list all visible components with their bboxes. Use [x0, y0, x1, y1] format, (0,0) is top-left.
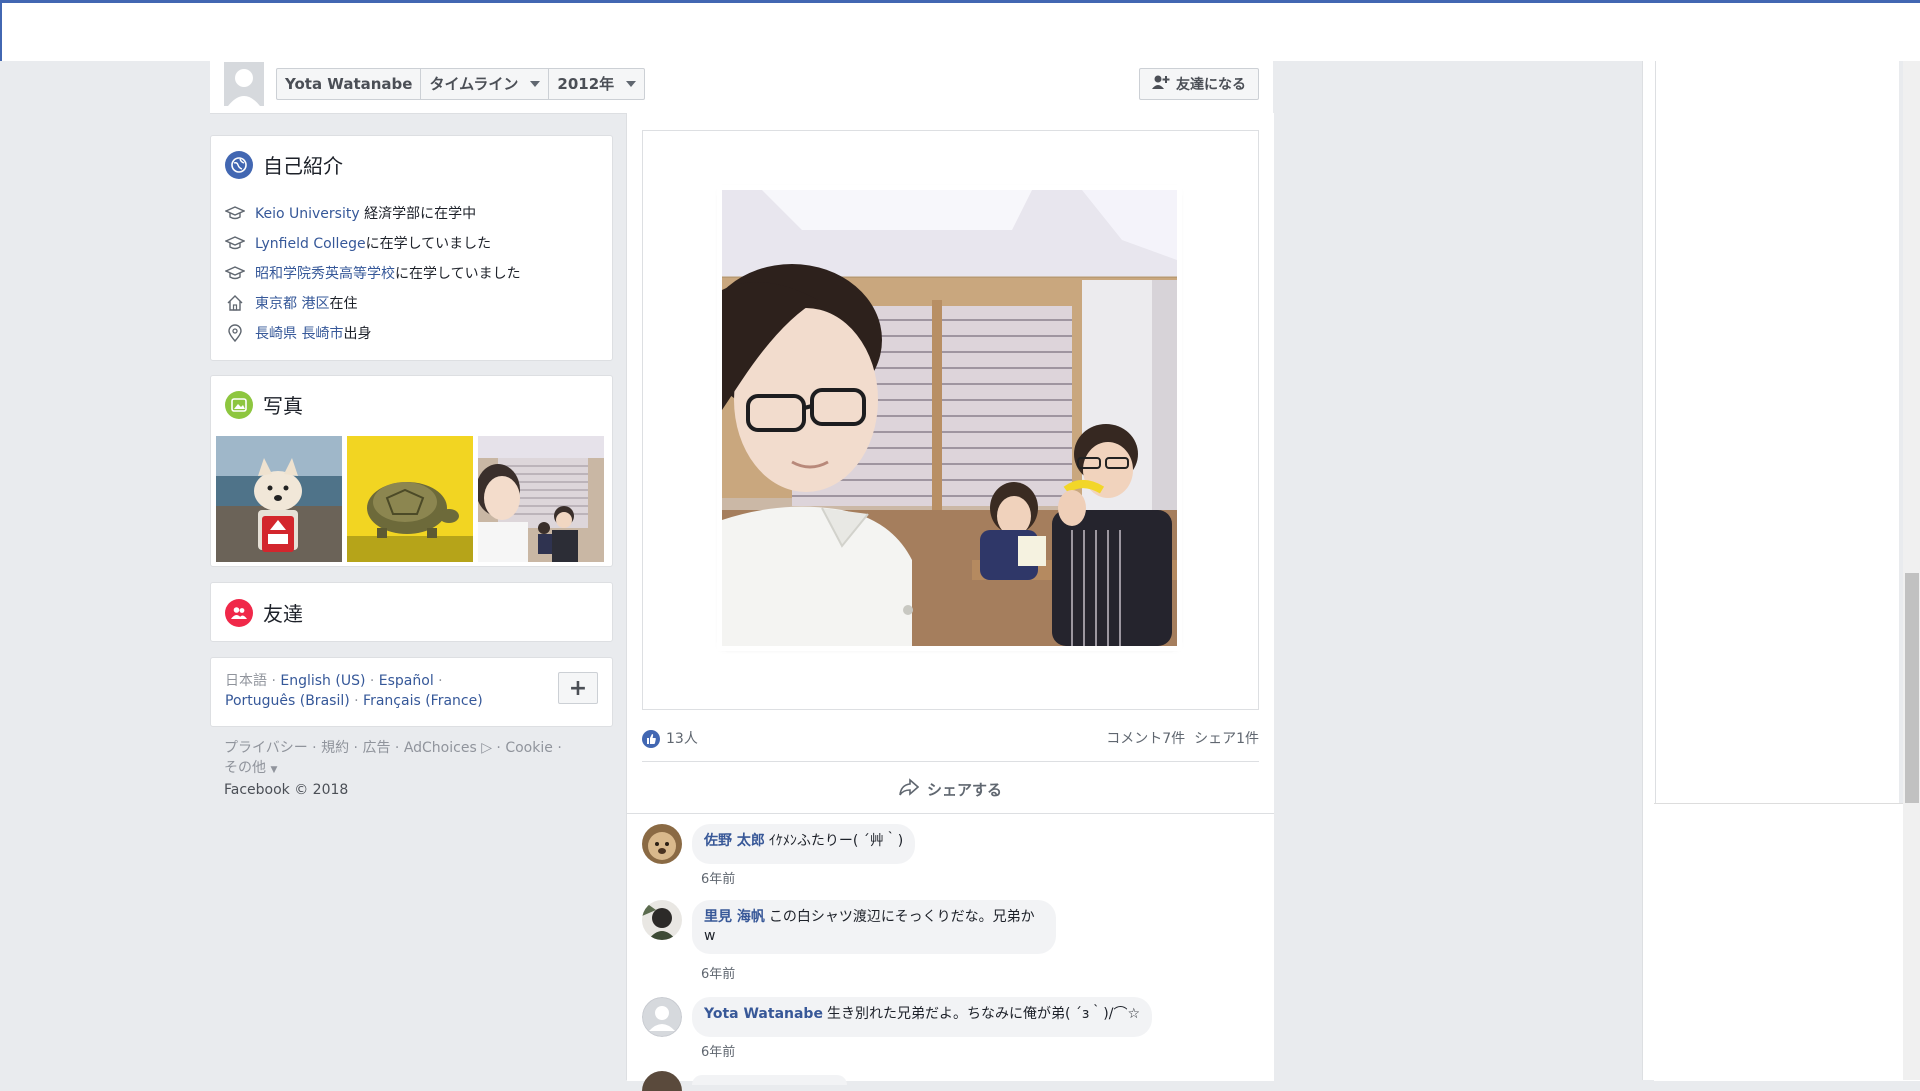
chat-panel — [1654, 803, 1920, 1081]
friends-icon — [225, 598, 253, 627]
intro-link[interactable]: 昭和学院秀英高等学校 — [255, 266, 395, 282]
intro-item: 昭和学院秀英高等学校に在学していました — [225, 258, 521, 288]
page-footer: プライバシー · 規約 · 広告 · AdChoices ▷ · Cookie … — [224, 740, 562, 798]
likes-count[interactable]: 13人 — [642, 728, 698, 748]
post-photo-frame — [642, 130, 1259, 710]
copyright-text: Facebook © 2018 — [224, 782, 349, 798]
graduation-cap-icon — [225, 263, 245, 283]
language-card: 日本語 · English (US) · Español · Português… — [210, 657, 613, 727]
plus-icon: + — [568, 675, 588, 701]
add-language-button[interactable]: + — [558, 672, 598, 704]
graduation-cap-icon — [225, 233, 245, 253]
timeline-post: 13人 コメント7件 シェア1件 シェアする 佐野 太郎 ｲｹﾒﾝふたりー( ´艸… — [626, 113, 1274, 1091]
intro-item: 東京都 港区在住 — [225, 288, 521, 318]
comment-timestamp[interactable]: 6年前 — [701, 868, 735, 887]
share-button[interactable]: シェアする — [642, 771, 1259, 807]
intro-item: Keio University 経済学部に在学中 — [225, 198, 521, 228]
comment-item: 佐野 太郎 ｲｹﾒﾝふたりー( ´艸｀) — [642, 824, 916, 864]
profile-avatar[interactable] — [224, 62, 264, 106]
comment-bubble: 里見 海帆 この白シャツ渡辺にそっくりだな。兄弟かw — [692, 900, 1056, 954]
timeline-dropdown[interactable]: タイムライン — [421, 69, 550, 99]
page-scrollbar-track[interactable] — [1903, 61, 1920, 1080]
page-scrollbar-thumb[interactable] — [1905, 573, 1919, 803]
commenter-avatar[interactable] — [642, 824, 682, 864]
photo-icon — [225, 390, 253, 419]
share-icon — [899, 778, 920, 800]
year-dropdown[interactable]: 2012年 — [549, 69, 644, 99]
intro-link[interactable]: 東京都 港区 — [255, 296, 329, 312]
right-sidebar-inner — [1655, 61, 1896, 803]
add-friend-icon — [1152, 75, 1170, 93]
photos-card: 写真 — [210, 375, 613, 567]
timeline-selector: Yota Watanabe タイムライン 2012年 — [276, 68, 646, 100]
photos-title[interactable]: 写真 — [225, 390, 303, 419]
intro-card: 自己紹介 Keio University 経済学部に在学中 Lynfield C… — [210, 135, 613, 361]
intro-item: Lynfield Collegeに在学していました — [225, 228, 521, 258]
comments-count[interactable]: コメント7件 — [1106, 731, 1185, 747]
friends-card: 友達 — [210, 582, 613, 642]
comment-author[interactable]: 佐野 太郎 — [704, 833, 765, 849]
adchoices-icon: ▷ — [481, 740, 492, 756]
intro-link[interactable]: Keio University — [255, 206, 360, 222]
add-friend-button[interactable]: 友達になる — [1139, 68, 1259, 100]
intro-link[interactable]: Lynfield College — [255, 236, 366, 252]
profile-sticky-header: Yota Watanabe タイムライン 2012年 友達になる — [210, 61, 1273, 114]
comment-item: 里見 海帆 この白シャツ渡辺にそっくりだな。兄弟かw — [642, 900, 1056, 954]
photo-thumbnail-classroom[interactable] — [476, 436, 604, 562]
comment-text: ｲｹﾒﾝふたりー( ´艸｀) — [768, 833, 904, 849]
intro-list: Keio University 経済学部に在学中 Lynfield Colleg… — [225, 198, 521, 348]
photo-thumbnail-turtle[interactable] — [347, 436, 473, 562]
comment-author[interactable]: Yota Watanabe — [704, 1006, 823, 1022]
comment-bubble: 佐野 太郎 ｲｹﾒﾝふたりー( ´艸｀) — [692, 824, 916, 864]
language-current: 日本語 — [225, 673, 267, 689]
thumbs-up-icon — [642, 730, 660, 748]
shares-count[interactable]: シェア1件 — [1194, 731, 1259, 747]
intro-title: 自己紹介 — [225, 150, 343, 179]
footer-link[interactable]: Cookie — [505, 740, 553, 756]
profile-name-link[interactable]: Yota Watanabe — [277, 69, 422, 99]
footer-link[interactable]: AdChoices — [404, 740, 477, 756]
chevron-down-icon — [626, 81, 637, 87]
graduation-cap-icon — [225, 203, 245, 223]
home-icon — [225, 293, 245, 313]
language-option[interactable]: Português (Brasil) — [225, 693, 350, 709]
photo-thumbnail-dog[interactable] — [216, 436, 342, 562]
location-pin-icon — [225, 323, 245, 343]
comment-timestamp[interactable]: 6年前 — [701, 1041, 735, 1060]
comment-item-partial — [642, 1071, 682, 1091]
footer-link[interactable]: プライバシー — [224, 740, 308, 756]
comments-section: 佐野 太郎 ｲｹﾒﾝふたりー( ´艸｀) 6年前 里見 海帆 この白シャツ渡辺にそっ… — [627, 813, 1274, 1091]
comment-timestamp[interactable]: 6年前 — [701, 963, 735, 982]
footer-link[interactable]: 規約 — [321, 740, 349, 756]
comment-item: Yota Watanabe 生き別れた兄弟だよ。ちなみに俺が弟( ´з｀)/⌒☆ — [642, 997, 1153, 1037]
footer-link[interactable]: 広告 — [362, 740, 390, 756]
language-option[interactable]: Français (France) — [363, 693, 483, 709]
footer-more-link[interactable]: その他 ▼ — [224, 760, 277, 776]
chevron-down-icon: ▼ — [270, 765, 278, 775]
commenter-avatar[interactable] — [642, 900, 682, 940]
language-option[interactable]: English (US) — [280, 673, 365, 689]
top-navigation-bar — [0, 0, 1920, 61]
language-option[interactable]: Español — [379, 673, 434, 689]
post-photo[interactable] — [722, 190, 1177, 646]
commenter-avatar[interactable] — [642, 997, 682, 1037]
post-stats: 13人 コメント7件 シェア1件 — [642, 725, 1259, 762]
intro-item: 長崎県 長崎市出身 — [225, 318, 521, 348]
photo-grid — [216, 436, 604, 562]
friends-title[interactable]: 友達 — [225, 598, 303, 627]
comment-text: 生き別れた兄弟だよ。ちなみに俺が弟( ´з｀)/⌒☆ — [826, 1006, 1141, 1022]
comment-bubble: Yota Watanabe 生き別れた兄弟だよ。ちなみに俺が弟( ´з｀)/⌒☆ — [692, 997, 1153, 1037]
comment-bubble-partial — [692, 1075, 847, 1085]
comment-author[interactable]: 里見 海帆 — [704, 909, 765, 925]
intro-link[interactable]: 長崎県 長崎市 — [255, 326, 343, 342]
chevron-down-icon — [530, 81, 541, 87]
language-list: 日本語 · English (US) · Español · Português… — [225, 673, 483, 709]
globe-icon — [225, 150, 253, 179]
